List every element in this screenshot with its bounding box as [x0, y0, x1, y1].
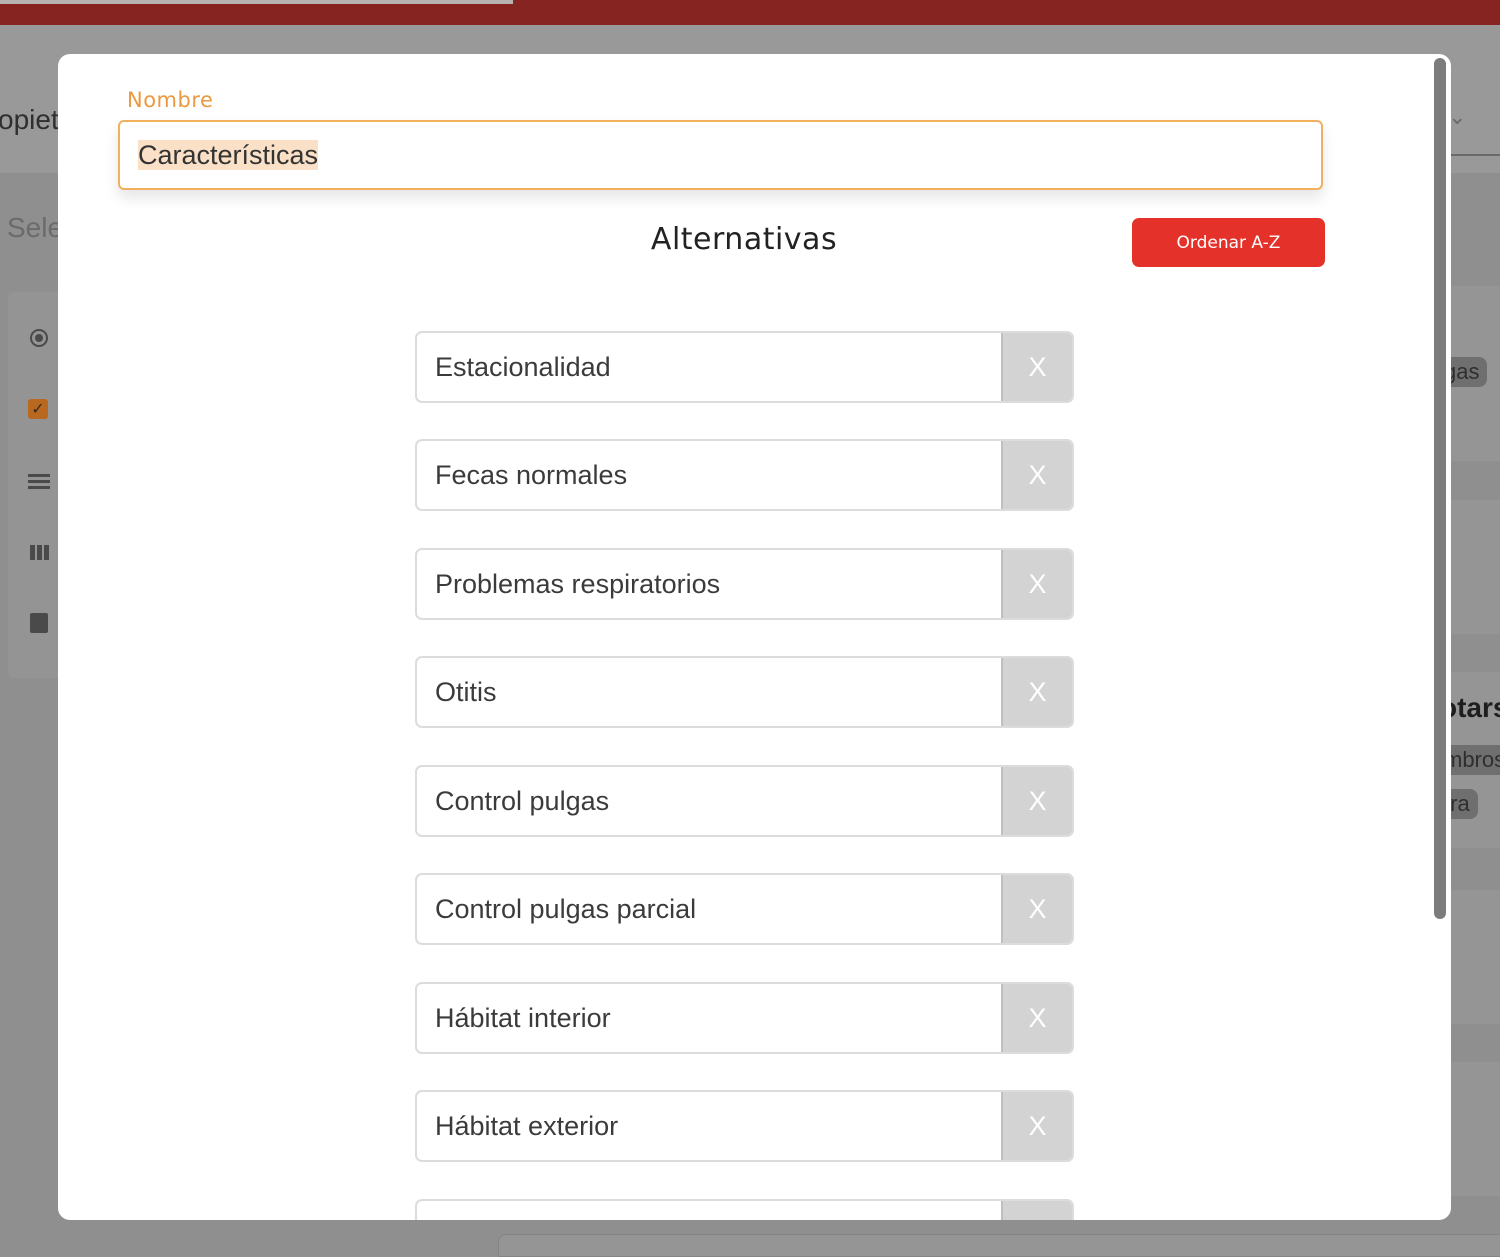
background-card [1448, 890, 1500, 1024]
background-divider [1450, 154, 1500, 156]
alternative-item: Control pulgas X [415, 765, 1074, 837]
columns-icon [28, 541, 50, 563]
alternatives-title: Alternativas [650, 222, 838, 257]
remove-alternative-button[interactable] [1001, 1201, 1072, 1220]
background-select: Sele [7, 212, 64, 243]
alternative-item: Hábitat interior X [415, 982, 1074, 1054]
alternative-item [415, 1199, 1074, 1220]
remove-alternative-button[interactable]: X [1001, 333, 1072, 401]
modal-scrollbar[interactable] [1434, 58, 1446, 919]
alternative-input[interactable] [435, 1201, 995, 1220]
alternative-item: Estacionalidad X [415, 331, 1074, 403]
remove-alternative-button[interactable]: X [1001, 875, 1072, 943]
remove-alternative-button[interactable]: X [1001, 550, 1072, 618]
alternative-input[interactable]: Fecas normales [435, 441, 995, 509]
top-bar [0, 0, 1500, 25]
alternative-item: Hábitat exterior X [415, 1090, 1074, 1162]
radio-icon [28, 327, 50, 349]
remove-alternative-button[interactable]: X [1001, 441, 1072, 509]
background-bottom-card [498, 1234, 1500, 1257]
background-heading: opiet [0, 104, 59, 135]
name-label: Nombre [127, 88, 214, 112]
remove-alternative-button[interactable]: X [1001, 1092, 1072, 1160]
remove-alternative-button[interactable]: X [1001, 984, 1072, 1052]
name-input-value: Características [138, 140, 319, 170]
alternative-input[interactable]: Hábitat exterior [435, 1092, 995, 1160]
alternative-input[interactable]: Estacionalidad [435, 333, 995, 401]
alternative-input[interactable]: Otitis [435, 658, 995, 726]
alternative-input[interactable]: Control pulgas parcial [435, 875, 995, 943]
alternative-input[interactable]: Hábitat interior [435, 984, 995, 1052]
alternative-input[interactable]: Control pulgas [435, 767, 995, 835]
background-card [1448, 1062, 1500, 1196]
name-field[interactable]: Características [118, 120, 1323, 190]
alternative-item: Problemas respiratorios X [415, 548, 1074, 620]
list-icon [28, 470, 50, 492]
background-card [1448, 500, 1500, 634]
remove-alternative-button[interactable]: X [1001, 767, 1072, 835]
alternative-input[interactable]: Problemas respiratorios [435, 550, 995, 618]
alternative-item: Fecas normales X [415, 439, 1074, 511]
edit-question-modal: Nombre Características Alternativas Orde… [58, 54, 1451, 1220]
checkbox-icon: ✓ [28, 399, 48, 419]
alternative-item: Control pulgas parcial X [415, 873, 1074, 945]
loading-progress-bar [0, 0, 513, 4]
name-input[interactable]: Características [138, 122, 1298, 188]
remove-alternative-button[interactable]: X [1001, 658, 1072, 726]
sort-az-button[interactable]: Ordenar A-Z [1132, 218, 1325, 267]
alternative-item: Otitis X [415, 656, 1074, 728]
clipboard-icon [28, 612, 50, 634]
